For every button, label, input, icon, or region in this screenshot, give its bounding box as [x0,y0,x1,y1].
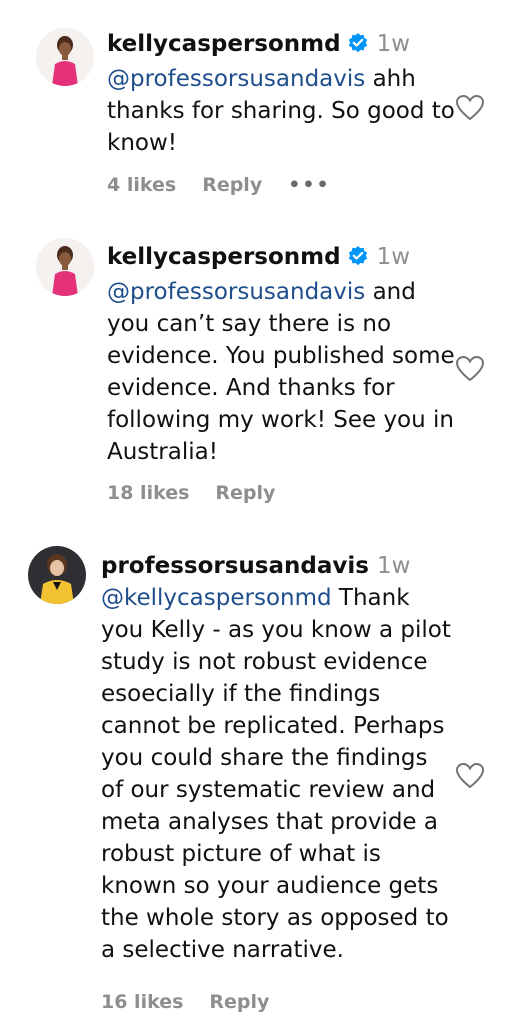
username[interactable]: kellycaspersonmd [107,244,341,270]
timestamp[interactable]: 1w [377,553,410,579]
comment-body: professorsusandavis 1w @kellycaspersonmd … [101,550,451,966]
comment-text-line: esoecially if the findings [101,681,381,707]
comment-text-line: following my work! See you in [107,407,454,433]
comment-text-line: the whole story as opposed to [101,905,449,931]
comment-text-line: you can’t say there is no [107,311,392,337]
more-options-icon[interactable]: ••• [288,174,330,196]
avatar[interactable] [36,238,94,296]
avatar[interactable] [36,28,94,86]
username[interactable]: kellycaspersonmd [107,31,341,57]
comment-text: ahh [365,66,416,92]
verified-badge-icon [347,31,369,63]
heart-icon[interactable] [455,355,485,387]
likes-count[interactable]: 4 likes [107,174,176,196]
mention-link[interactable]: @professorsusandavis [107,66,365,92]
comment-3: professorsusandavis 1w @kellycaspersonmd … [0,530,513,1020]
heart-icon[interactable] [455,762,485,794]
reply-button[interactable]: Reply [209,991,269,1013]
comment-text-line: robust picture of what is [101,841,381,867]
mention-link[interactable]: @kellycaspersonmd [101,585,332,611]
comment-meta: 18 likes Reply [107,482,301,504]
comment-text: and [365,279,416,305]
comment-text-line: cannot be replicated. Perhaps [101,713,445,739]
comment-text-line: known so your audience gets [101,873,439,899]
comment-1: kellycaspersonmd 1w @professorsusandavis … [0,0,513,220]
comment-meta: 4 likes Reply ••• [107,174,357,196]
likes-count[interactable]: 16 likes [101,991,183,1013]
comment-text: Thank [331,585,410,611]
verified-badge-icon [347,244,369,276]
comment-text-line: a selective narrative. [101,937,344,963]
comment-text-line: Australia! [107,439,218,465]
mention-link[interactable]: @professorsusandavis [107,279,365,305]
avatar-image [28,546,86,604]
avatar-image [36,238,94,296]
comment-body: kellycaspersonmd 1w @professorsusandavis … [107,28,455,159]
username[interactable]: professorsusandavis [101,553,369,579]
likes-count[interactable]: 18 likes [107,482,189,504]
comment-text-line: you Kelly - as you know a pilot [101,617,451,643]
comment-body: kellycaspersonmd 1w @professorsusandavis … [107,241,455,468]
comment-text-line: thanks for sharing. So good to [107,98,455,124]
comment-text-line: know! [107,130,177,156]
timestamp[interactable]: 1w [377,31,410,57]
comment-2: kellycaspersonmd 1w @professorsusandavis … [0,220,513,530]
reply-button[interactable]: Reply [215,482,275,504]
avatar[interactable] [28,546,86,604]
comment-text-line: of our systematic review and [101,777,436,803]
comment-text-line: you could share the findings [101,745,428,771]
avatar-image [36,28,94,86]
heart-icon[interactable] [455,94,485,126]
comment-text-line: study is not robust evidence [101,649,428,675]
comment-text-line: evidence. And thanks for [107,375,395,401]
reply-button[interactable]: Reply [202,174,262,196]
comment-meta: 16 likes Reply [101,991,295,1013]
comment-text-line: meta analyses that provide a [101,809,438,835]
comment-text-line: evidence. You published some [107,343,455,369]
timestamp[interactable]: 1w [377,244,410,270]
